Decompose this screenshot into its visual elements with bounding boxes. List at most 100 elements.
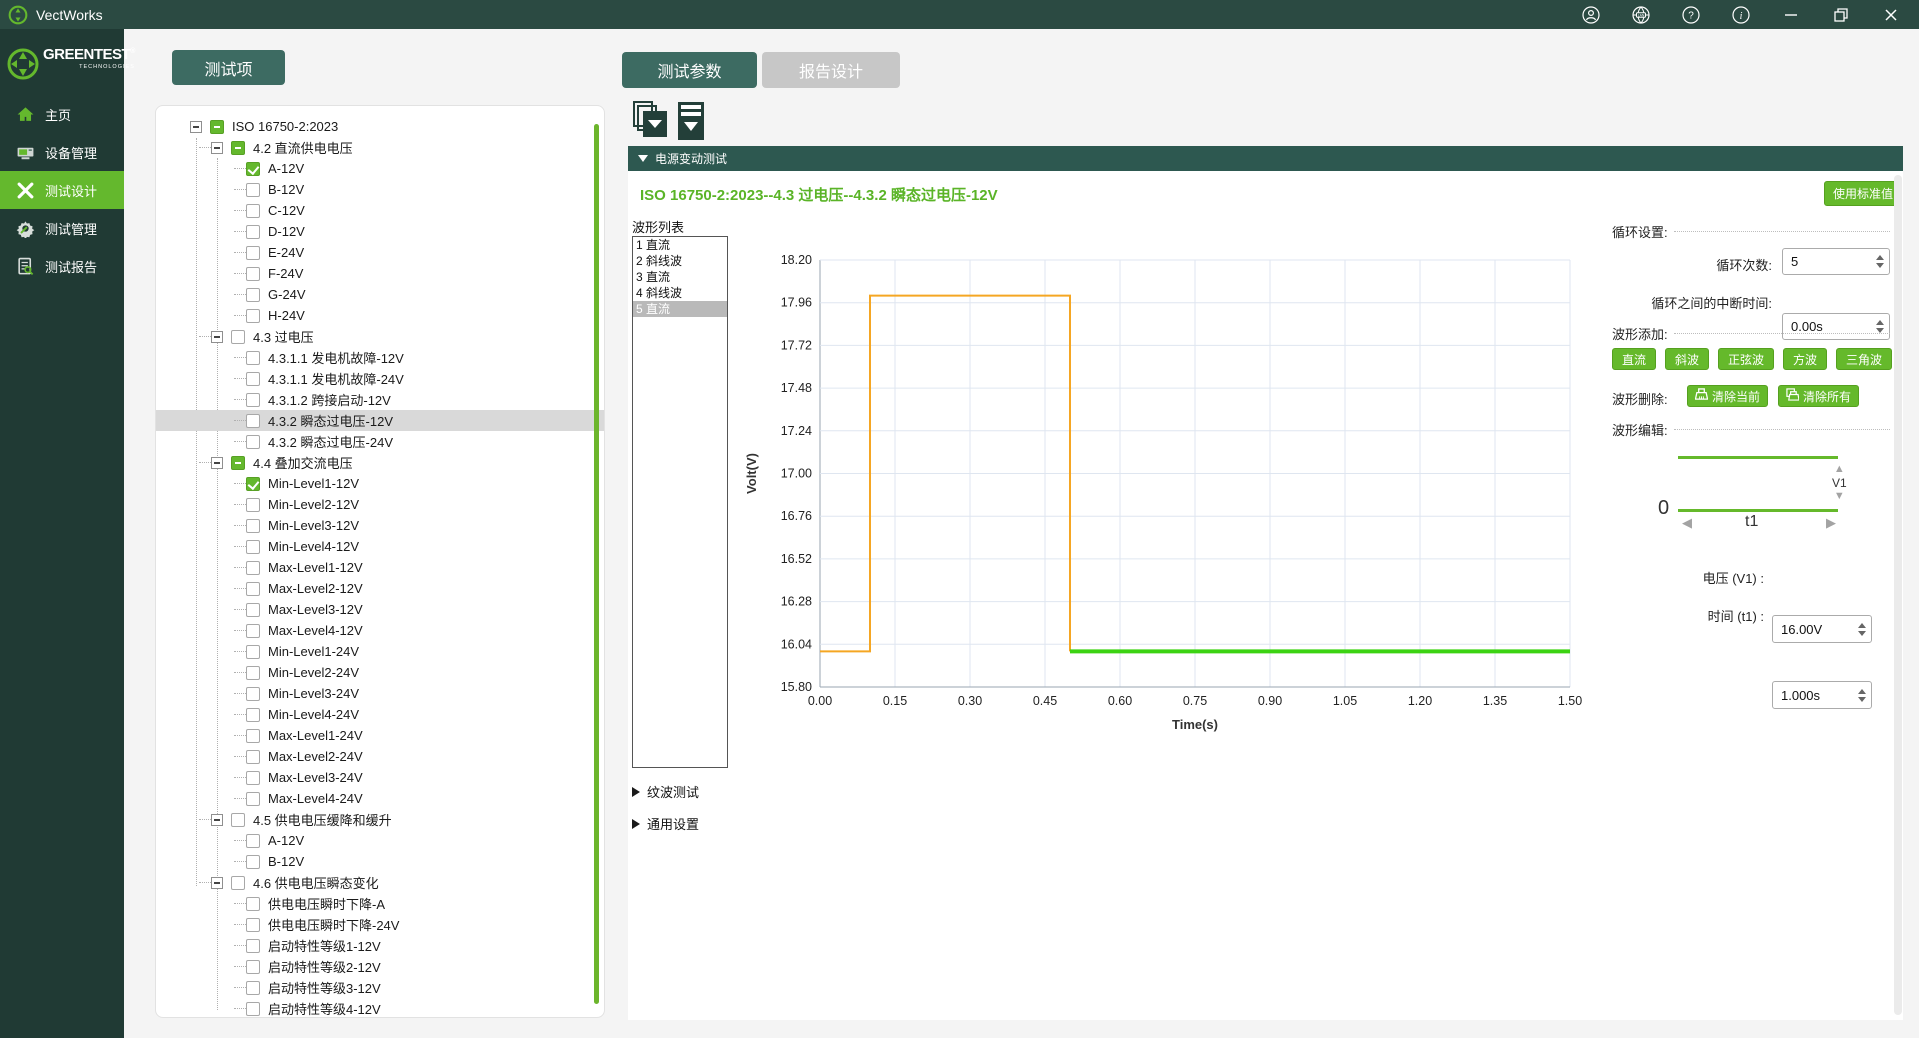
- tree-row[interactable]: Max-Level2-24V: [156, 746, 604, 767]
- tree-expander-icon[interactable]: [211, 457, 223, 469]
- tree-row[interactable]: B-12V: [156, 851, 604, 872]
- tree-checkbox-unchecked[interactable]: [246, 372, 260, 386]
- tree-checkbox-partial[interactable]: [231, 141, 245, 155]
- tree-row[interactable]: 4.3.1.1 发电机故障-24V: [156, 368, 604, 389]
- tree-checkbox-unchecked[interactable]: [246, 792, 260, 806]
- tree-row[interactable]: 4.5 供电电压缓降和缓升: [156, 809, 604, 830]
- tree-row[interactable]: 4.3.1.1 发电机故障-12V: [156, 347, 604, 368]
- wave-add-方波-button[interactable]: 方波: [1783, 348, 1827, 370]
- tree-checkbox-unchecked[interactable]: [246, 603, 260, 617]
- sidebar-item-5[interactable]: 测试报告: [0, 247, 124, 285]
- tree-checkbox-unchecked[interactable]: [246, 519, 260, 533]
- tree-row[interactable]: A-12V: [156, 830, 604, 851]
- spinner-arrows[interactable]: [1858, 682, 1866, 708]
- tree-row[interactable]: B-12V: [156, 179, 604, 200]
- tree-checkbox-unchecked[interactable]: [246, 771, 260, 785]
- tree-row[interactable]: G-24V: [156, 284, 604, 305]
- tree-checkbox-unchecked[interactable]: [246, 309, 260, 323]
- wave-add-直流-button[interactable]: 直流: [1612, 348, 1656, 370]
- spin-down-icon[interactable]: [1876, 263, 1884, 268]
- tree-row[interactable]: Min-Level4-24V: [156, 704, 604, 725]
- use-standard-values-button[interactable]: 使用标准值: [1824, 181, 1902, 206]
- tree-row[interactable]: A-12V: [156, 158, 604, 179]
- tree-row[interactable]: 4.4 叠加交流电压: [156, 452, 604, 473]
- tree-checkbox-unchecked[interactable]: [246, 393, 260, 407]
- waveform-list-item[interactable]: 3 直流: [633, 269, 727, 285]
- tree-row[interactable]: D-12V: [156, 221, 604, 242]
- info-icon[interactable]: i: [1731, 5, 1751, 25]
- general-settings-section[interactable]: 通用设置: [632, 814, 699, 833]
- spin-up-icon[interactable]: [1858, 623, 1866, 628]
- waveform-list-item[interactable]: 5 直流: [633, 301, 727, 317]
- tree-row[interactable]: 4.6 供电电压瞬态变化: [156, 872, 604, 893]
- tree-expander-icon[interactable]: [211, 814, 223, 826]
- tree-checkbox-unchecked[interactable]: [246, 708, 260, 722]
- tree-row[interactable]: Min-Level3-24V: [156, 683, 604, 704]
- tree-checkbox-partial[interactable]: [210, 120, 224, 134]
- sidebar-item-2[interactable]: 设备管理: [0, 133, 124, 171]
- sidebar-item-4[interactable]: 测试管理: [0, 209, 124, 247]
- tree-checkbox-unchecked[interactable]: [246, 351, 260, 365]
- tree-row[interactable]: 4.3.1.2 跨接启动-12V: [156, 389, 604, 410]
- tree-checkbox-checked[interactable]: [246, 477, 260, 491]
- tree-checkbox-unchecked[interactable]: [246, 750, 260, 764]
- tree-expander-icon[interactable]: [190, 121, 202, 133]
- minimize-icon[interactable]: [1781, 5, 1801, 25]
- tree-expander-icon[interactable]: [211, 331, 223, 343]
- tree-checkbox-unchecked[interactable]: [246, 267, 260, 281]
- spin-up-icon[interactable]: [1876, 255, 1884, 260]
- right-panel-scrollbar[interactable]: [1894, 175, 1902, 1015]
- copy-apply-down-icon[interactable]: [632, 100, 670, 142]
- tree-checkbox-unchecked[interactable]: [246, 414, 260, 428]
- tree-row[interactable]: 启动特性等级4-12V: [156, 998, 604, 1018]
- power-variation-section-header[interactable]: 电源变动测试: [628, 146, 1903, 171]
- tree-checkbox-unchecked[interactable]: [231, 330, 245, 344]
- tree-checkbox-unchecked[interactable]: [246, 435, 260, 449]
- tree-expander-icon[interactable]: [211, 142, 223, 154]
- tree-row[interactable]: 4.2 直流供电电压: [156, 137, 604, 158]
- tree-row[interactable]: 启动特性等级3-12V: [156, 977, 604, 998]
- tree-checkbox-checked[interactable]: [246, 162, 260, 176]
- tree-row[interactable]: Min-Level2-24V: [156, 662, 604, 683]
- t1-right-arrow-icon[interactable]: ▶: [1826, 516, 1836, 529]
- editor-top-level-line[interactable]: [1678, 456, 1838, 459]
- tab-report-design[interactable]: 报告设计: [762, 52, 900, 88]
- tree-row[interactable]: 供电电压瞬时下降-A: [156, 893, 604, 914]
- tree-row[interactable]: Max-Level4-24V: [156, 788, 604, 809]
- tree-row[interactable]: 4.3.2 瞬态过电压-24V: [156, 431, 604, 452]
- tree-row[interactable]: Min-Level1-12V: [156, 473, 604, 494]
- tree-checkbox-unchecked[interactable]: [246, 729, 260, 743]
- tree-checkbox-unchecked[interactable]: [246, 981, 260, 995]
- tree-row[interactable]: Max-Level1-12V: [156, 557, 604, 578]
- tree-checkbox-unchecked[interactable]: [246, 246, 260, 260]
- wave-add-正弦波-button[interactable]: 正弦波: [1718, 348, 1774, 370]
- v1-up-arrow-icon[interactable]: ▲: [1834, 464, 1845, 475]
- editor-baseline[interactable]: [1678, 509, 1838, 512]
- tree-checkbox-unchecked[interactable]: [246, 918, 260, 932]
- waveform-list-item[interactable]: 2 斜线波: [633, 253, 727, 269]
- tree-row[interactable]: F-24V: [156, 263, 604, 284]
- sidebar-item-3[interactable]: 测试设计: [0, 171, 124, 209]
- tab-test-parameters[interactable]: 测试参数: [622, 52, 757, 88]
- wave-delete-all-button[interactable]: 清除所有: [1778, 385, 1859, 407]
- tree-checkbox-unchecked[interactable]: [246, 540, 260, 554]
- tree-checkbox-unchecked[interactable]: [246, 582, 260, 596]
- tree-checkbox-unchecked[interactable]: [246, 645, 260, 659]
- network-lan-icon[interactable]: LAN: [1631, 5, 1651, 25]
- tree-row[interactable]: Max-Level2-12V: [156, 578, 604, 599]
- waveform-list-item[interactable]: 4 斜线波: [633, 285, 727, 301]
- tree-checkbox-unchecked[interactable]: [246, 939, 260, 953]
- tree-checkbox-unchecked[interactable]: [246, 897, 260, 911]
- tree-checkbox-unchecked[interactable]: [231, 876, 245, 890]
- waveform-list-item[interactable]: 1 直流: [633, 237, 727, 253]
- tree-checkbox-unchecked[interactable]: [246, 288, 260, 302]
- tree-row[interactable]: 4.3.2 瞬态过电压-12V: [156, 410, 604, 431]
- apply-down-icon[interactable]: [676, 100, 706, 142]
- tree-expander-icon[interactable]: [211, 877, 223, 889]
- spin-down-icon[interactable]: [1858, 697, 1866, 702]
- tree-checkbox-partial[interactable]: [231, 456, 245, 470]
- tree-checkbox-unchecked[interactable]: [231, 813, 245, 827]
- tree-row[interactable]: Max-Level3-12V: [156, 599, 604, 620]
- tree-checkbox-unchecked[interactable]: [246, 204, 260, 218]
- tree-checkbox-unchecked[interactable]: [246, 561, 260, 575]
